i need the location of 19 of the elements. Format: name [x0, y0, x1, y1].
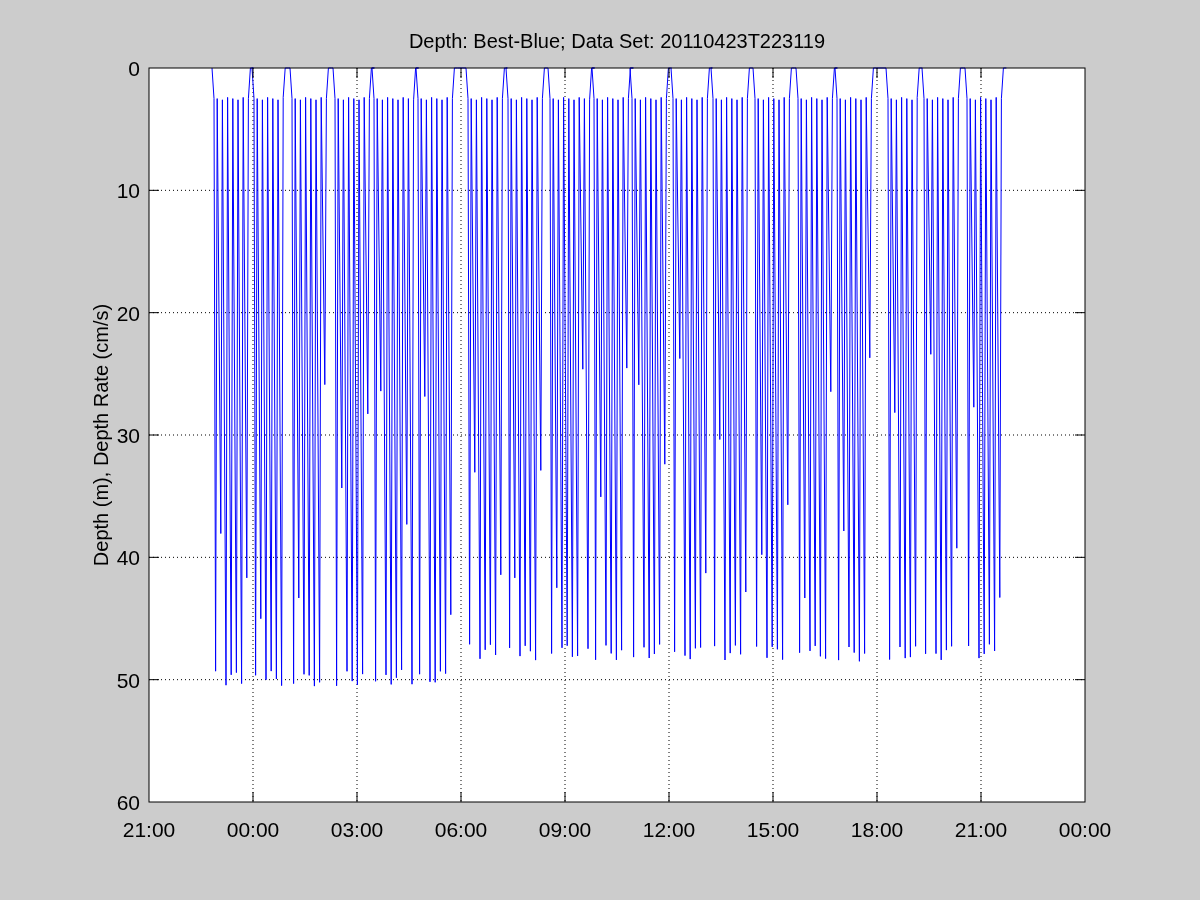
x-tick-label: 21:00 [954, 818, 1008, 841]
x-tick-label: 03:00 [330, 818, 384, 841]
x-tick-label: 15:00 [746, 818, 800, 841]
x-tick-label: 09:00 [538, 818, 592, 841]
y-tick-label: 10 [116, 179, 140, 203]
y-tick-label: 30 [116, 424, 140, 447]
x-tick-label: 00:00 [226, 818, 280, 841]
y-tick-label: 20 [116, 301, 140, 325]
x-tick-label: 21:00 [122, 818, 176, 841]
x-tick-label: 00:00 [1058, 818, 1112, 841]
x-tick-label: 12:00 [642, 818, 696, 841]
y-tick-label: 40 [116, 546, 140, 570]
y-tick-label: 60 [116, 791, 140, 814]
chart-title: Depth: Best-Blue; Data Set: 20110423T223119 [408, 30, 826, 52]
x-tick-label: 06:00 [434, 818, 488, 841]
x-tick-label: 18:00 [850, 818, 904, 841]
y-tick-label: 50 [116, 668, 140, 692]
y-tick-label: 0 [128, 57, 140, 80]
y-axis-label: Depth (m), Depth Rate (cm/s) [90, 303, 112, 567]
